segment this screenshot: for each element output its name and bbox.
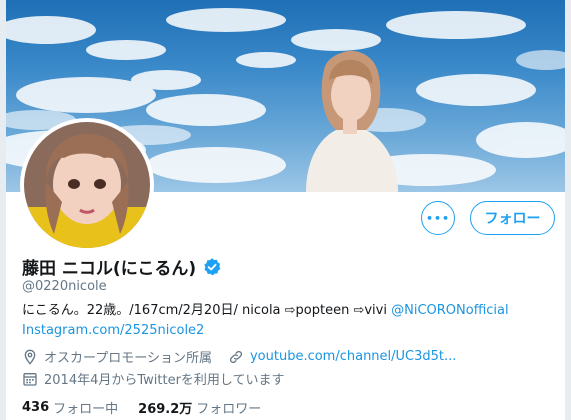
display-name: 藤田 ニコル(にこるん) [22,259,197,279]
stats-row: 436 フォロー中 269.2万 フォロワー [22,398,281,417]
handle: @0220nicole [22,279,107,294]
bio-instagram-link[interactable]: Instagram.com/2525nicole2 [22,323,204,338]
joined-text: 2014年4月からTwitterを利用しています [44,373,285,388]
following-label: フォロー中 [53,402,119,417]
location-row: オスカープロモーション所属 youtube.com/channel/UC3d5t… [22,347,456,366]
bio: にこるん。22歳。/167cm/2月20日/ nicola ⇨popteen ⇨… [22,301,552,341]
bio-mention-link[interactable]: @NiCORONofficial [391,303,509,318]
joined-row: 2014年4月からTwitterを利用しています [22,369,285,388]
profile-card: ••• フォロー 藤田 ニコル(にこるん) @0220nicole にこるん。2… [6,0,565,420]
followers-stat[interactable]: 269.2万 フォロワー [138,398,261,417]
following-count: 436 [22,400,50,415]
bio-text: にこるん。22歳。/167cm/2月20日/ nicola ⇨popteen ⇨… [22,303,392,318]
calendar-icon [23,372,37,386]
display-name-row: 藤田 ニコル(にこるん) [22,254,222,279]
avatar[interactable] [24,122,150,248]
followers-label: フォロワー [196,402,262,417]
avatar-image [24,122,150,248]
location-icon [24,349,36,365]
follow-button[interactable]: フォロー [470,201,555,235]
verified-badge-icon [204,257,221,275]
more-icon: ••• [425,211,451,225]
link-icon [229,350,243,363]
followers-count: 269.2万 [138,402,193,417]
location-text: オスカープロモーション所属 [44,351,212,366]
website-link[interactable]: youtube.com/channel/UC3d5t... [250,349,456,364]
following-stat[interactable]: 436 フォロー中 [22,398,118,417]
follow-button-label: フォロー [484,211,541,227]
more-button[interactable]: ••• [421,201,455,235]
